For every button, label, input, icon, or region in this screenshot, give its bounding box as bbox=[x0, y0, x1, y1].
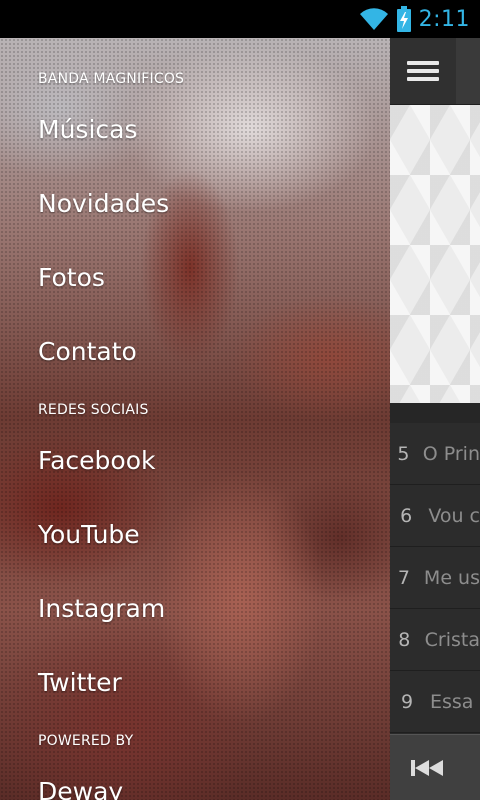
battery-charging-icon bbox=[396, 6, 411, 32]
nav-item-instagram[interactable]: Instagram bbox=[38, 594, 165, 623]
status-icons: 2:11 bbox=[359, 4, 470, 34]
wifi-icon bbox=[359, 8, 388, 31]
nav-item-fotos[interactable]: Fotos bbox=[38, 263, 105, 292]
nav-item-youtube[interactable]: YouTube bbox=[38, 520, 140, 549]
track-number: 8 bbox=[398, 628, 411, 651]
track-title: O Prin bbox=[422, 442, 480, 465]
track-row[interactable]: 5 O Prin bbox=[390, 423, 480, 485]
track-number: 6 bbox=[400, 504, 413, 527]
nav-item-deway[interactable]: Deway bbox=[38, 777, 123, 800]
nav-item-contato[interactable]: Contato bbox=[38, 337, 137, 366]
status-bar: 2:11 bbox=[0, 0, 480, 38]
app-header bbox=[390, 38, 480, 105]
hamburger-menu-icon bbox=[407, 57, 439, 85]
track-title: Essa bbox=[430, 690, 474, 713]
nav-item-novidades[interactable]: Novidades bbox=[38, 189, 169, 218]
section-header-powered: POWERED BY bbox=[38, 733, 134, 749]
track-row[interactable]: 7 Me us bbox=[390, 547, 480, 609]
menu-button[interactable] bbox=[390, 38, 456, 104]
status-time: 2:11 bbox=[418, 6, 470, 32]
section-header-band: BANDA MAGNIFICOS bbox=[38, 71, 185, 87]
list-divider bbox=[390, 403, 480, 423]
track-number: 5 bbox=[397, 442, 410, 465]
track-list: 5 O Prin 6 Vou c 7 Me us 8 Crista 9 Essa bbox=[390, 423, 480, 733]
player-bar bbox=[390, 734, 480, 800]
album-cover bbox=[390, 105, 480, 403]
track-title: Vou c bbox=[428, 504, 480, 527]
previous-track-button[interactable] bbox=[404, 753, 454, 783]
section-header-social: REDES SOCIAIS bbox=[38, 402, 149, 418]
nav-item-twitter[interactable]: Twitter bbox=[38, 668, 122, 697]
track-number: 9 bbox=[400, 690, 414, 713]
nav-item-facebook[interactable]: Facebook bbox=[38, 446, 155, 475]
track-row[interactable]: 8 Crista bbox=[390, 609, 480, 671]
track-title: Me us bbox=[423, 566, 480, 589]
app-content: 5 O Prin 6 Vou c 7 Me us 8 Crista 9 Essa bbox=[390, 38, 480, 800]
track-number: 7 bbox=[397, 566, 410, 589]
navigation-drawer: BANDA MAGNIFICOS Músicas Novidades Fotos… bbox=[0, 38, 390, 800]
nav-item-musicas[interactable]: Músicas bbox=[38, 115, 137, 144]
track-row[interactable]: 6 Vou c bbox=[390, 485, 480, 547]
previous-track-icon bbox=[411, 760, 443, 776]
track-title: Crista bbox=[424, 628, 480, 651]
track-row[interactable]: 9 Essa bbox=[390, 671, 480, 733]
